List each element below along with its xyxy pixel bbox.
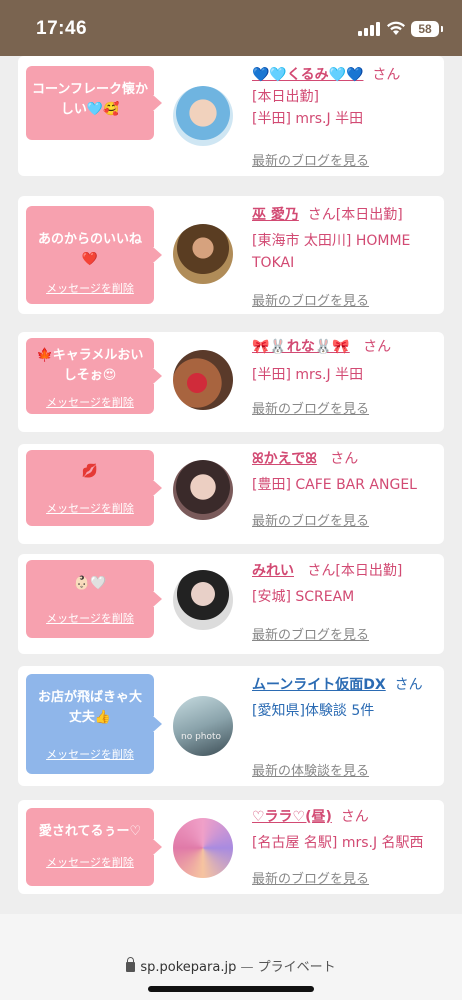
profile-info: みれい さん[本日出勤] [安城] SCREAM 最新のブログを見る [252,560,438,643]
delete-message-button[interactable]: メッセージを削除 [26,394,154,410]
message-text: 💋 [81,464,99,479]
avatar[interactable] [173,460,233,520]
delete-message-button[interactable]: メッセージを削除 [26,746,154,762]
delete-message-button[interactable]: メッセージを削除 [26,500,154,516]
message-card: 💋 メッセージを削除 ꕤかえでꕤ さん [豊田] CAFE BAR ANGEL … [18,444,444,544]
delete-message-button[interactable]: メッセージを削除 [26,144,154,160]
profile-name-link[interactable]: ムーンライト仮面DX [252,677,386,693]
work-tag: [本日出勤] [252,89,319,105]
latest-blog-link[interactable]: 最新のブログを見る [252,868,369,887]
wifi-icon [387,21,405,35]
avatar[interactable]: no photo [173,696,233,756]
shop-location: [半田] mrs.J 半田 [252,367,364,383]
profile-name-link[interactable]: みれい [252,563,294,579]
message-bubble: 👶🏻🤍 メッセージを削除 [26,560,162,638]
private-mode-label: プライベート [257,960,336,975]
message-text: 愛されてるぅー♡ [38,824,142,839]
message-bubble: お店が飛ばきゃ大丈夫👍 メッセージを削除 [26,674,162,774]
work-tag: [本日出勤] [335,563,403,579]
message-card: あのからのいいね❤️ メッセージを削除 巫 愛乃 さん[本日出勤] [東海市 太… [18,196,444,314]
honorific: さん [394,677,423,693]
message-text: お店が飛ばきゃ大丈夫👍 [37,690,142,725]
message-text: コーンフレーク懐かしい🩵🥰 [32,82,148,117]
shop-location: [豊田] CAFE BAR ANGEL [252,477,417,493]
avatar[interactable] [173,224,233,284]
message-text: 🍁キャラメルおいしそぉ😍 [36,348,144,383]
honorific: さん [340,809,369,825]
message-card: お店が飛ばきゃ大丈夫👍 メッセージを削除 no photo ムーンライト仮面DX… [18,666,444,786]
avatar[interactable] [173,350,233,410]
message-bubble: 💋 メッセージを削除 [26,450,162,526]
delete-message-button[interactable]: メッセージを削除 [26,610,154,626]
url-text: sp.pokepara.jp [140,960,237,975]
honorific: さん [307,563,336,579]
status-time: 17:46 [36,18,88,39]
message-card: 🍁キャラメルおいしそぉ😍 メッセージを削除 🎀🐰れな🐰🎀 さん [半田] mrs… [18,332,444,432]
message-text: 👶🏻🤍 [73,576,107,591]
shop-location: [半田] mrs.J 半田 [252,111,364,127]
latest-blog-link[interactable]: 最新のブログを見る [252,290,369,309]
message-bubble: 🍁キャラメルおいしそぉ😍 メッセージを削除 [26,338,162,414]
profile-name-link[interactable]: 💙🩵くるみ🩵💙 [252,67,363,83]
profile-name-link[interactable]: 巫 愛乃 [252,207,299,223]
profile-info: 巫 愛乃 さん[本日出勤] [東海市 太田川] HOMME TOKAI 最新のブ… [252,204,438,309]
message-text: あのからのいいね❤️ [37,232,142,267]
latest-blog-link[interactable]: 最新のブログを見る [252,398,369,417]
profile-name-link[interactable]: 🎀🐰れな🐰🎀 [252,339,350,355]
home-indicator[interactable] [148,986,314,992]
delete-message-button[interactable]: メッセージを削除 [26,280,154,296]
honorific: さん [363,339,392,355]
profile-info: ムーンライト仮面DX さん [愛知県]体験談 5件 最新の体験談を見る [252,674,438,779]
profile-info: ♡ララ♡(昼) さん [名古屋 名駅] mrs.J 名駅西 最新のブログを見る [252,806,438,887]
shop-location: [名古屋 名駅] mrs.J 名駅西 [252,835,424,851]
profile-info: 💙🩵くるみ🩵💙 さん [本日出勤] [半田] mrs.J 半田 最新のブログを見… [252,64,438,169]
message-bubble: 愛されてるぅー♡ メッセージを削除 [26,808,162,886]
shop-location: [安城] SCREAM [252,589,355,605]
no-photo-label: no photo [181,732,222,742]
message-bubble: あのからのいいね❤️ メッセージを削除 [26,206,162,304]
latest-review-link[interactable]: 最新の体験談を見る [252,760,369,779]
url-separator: — [240,960,254,975]
url-bar[interactable]: sp.pokepara.jp — プライベート [0,956,462,975]
honorific: さん [307,207,336,223]
message-card: コーンフレーク懐かしい🩵🥰 メッセージを削除 💙🩵くるみ🩵💙 さん [本日出勤]… [18,56,444,176]
battery-icon: 58 [411,21,443,37]
latest-blog-link[interactable]: 最新のブログを見る [252,624,369,643]
avatar[interactable] [173,818,233,878]
delete-message-button[interactable]: メッセージを削除 [26,854,154,870]
latest-blog-link[interactable]: 最新のブログを見る [252,510,369,529]
work-tag: [本日出勤] [335,207,403,223]
status-bar: 17:46 58 [0,0,462,56]
cellular-signal-icon [358,22,380,36]
review-location: [愛知県]体験談 5件 [252,703,375,719]
latest-blog-link[interactable]: 最新のブログを見る [252,150,369,169]
shop-location: [東海市 太田川] HOMME TOKAI [252,233,411,271]
honorific: さん [330,451,359,467]
profile-name-link[interactable]: ꕤかえでꕤ [252,451,317,467]
avatar[interactable] [173,570,233,630]
profile-name-link[interactable]: ♡ララ♡(昼) [252,809,332,825]
message-card: 👶🏻🤍 メッセージを削除 みれい さん[本日出勤] [安城] SCREAM 最新… [18,554,444,654]
avatar[interactable] [173,86,233,146]
profile-info: ꕤかえでꕤ さん [豊田] CAFE BAR ANGEL 最新のブログを見る [252,448,438,529]
message-bubble: コーンフレーク懐かしい🩵🥰 メッセージを削除 [26,66,162,159]
lock-icon [126,957,136,972]
message-card: 愛されてるぅー♡ メッセージを削除 ♡ララ♡(昼) さん [名古屋 名駅] mr… [18,800,444,894]
profile-info: 🎀🐰れな🐰🎀 さん [半田] mrs.J 半田 最新のブログを見る [252,336,438,417]
honorific: さん [372,67,401,83]
